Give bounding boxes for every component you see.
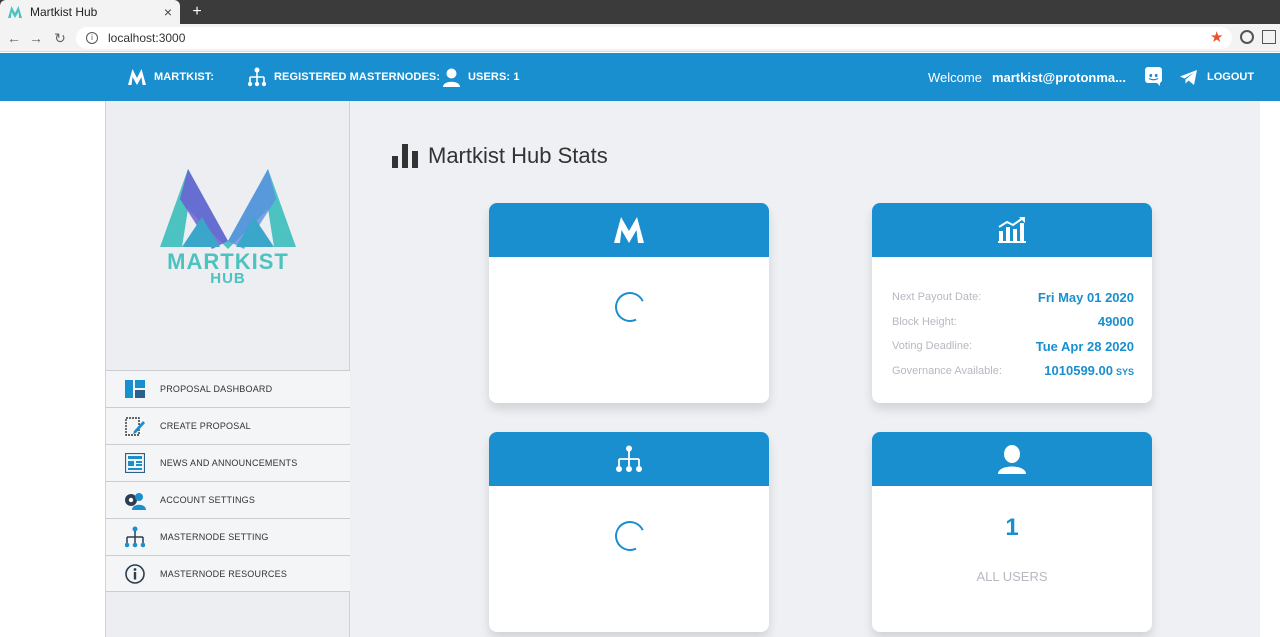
logout-button[interactable]: LOGOUT bbox=[1180, 53, 1254, 101]
governance-stats-card: Next Payout Date: Fri May 01 2020 Block … bbox=[872, 203, 1152, 403]
growth-chart-icon bbox=[998, 217, 1026, 243]
stat-row-next-payout: Next Payout Date: Fri May 01 2020 bbox=[892, 285, 1134, 310]
stat-value-number: 1010599.00 bbox=[1044, 363, 1113, 379]
sidebar-item-label: CREATE PROPOSAL bbox=[160, 421, 251, 431]
dashboard-icon bbox=[124, 378, 146, 400]
user-email[interactable]: martkist@protonma... bbox=[992, 70, 1126, 85]
news-icon bbox=[124, 452, 146, 474]
sidebar-item-label: ACCOUNT SETTINGS bbox=[160, 495, 256, 505]
network-icon bbox=[248, 67, 266, 87]
users-count: 1 bbox=[1005, 514, 1019, 541]
sidebar-menu: PROPOSAL DASHBOARD CREATE PROPOSAL NEWS … bbox=[106, 370, 350, 592]
martkist-favicon-icon bbox=[8, 5, 22, 19]
network-icon bbox=[124, 526, 146, 548]
stat-value: 49000 bbox=[1097, 314, 1134, 330]
masternodes-label: REGISTERED MASTERNODES: bbox=[274, 71, 441, 83]
sidebar-item-masternode-setting[interactable]: MASTERNODE SETTING bbox=[106, 518, 350, 555]
martkist-stats-card bbox=[489, 203, 769, 403]
card-header bbox=[872, 432, 1152, 486]
tab-close-icon[interactable]: × bbox=[164, 4, 172, 20]
masternodes-link[interactable]: REGISTERED MASTERNODES: bbox=[248, 53, 440, 101]
brand-link[interactable]: MARTKIST: bbox=[128, 53, 214, 101]
martkist-logo-icon bbox=[614, 217, 644, 243]
browser-tab-bar: Martkist Hub × + bbox=[0, 0, 1280, 24]
welcome-text: Welcome bbox=[928, 69, 982, 85]
site-info-icon[interactable]: i bbox=[86, 32, 98, 44]
users-label: ALL USERS bbox=[976, 569, 1048, 584]
stat-unit: SYS bbox=[1115, 367, 1134, 378]
telegram-icon bbox=[1180, 69, 1197, 85]
sidebar-item-label: MASTERNODE SETTING bbox=[160, 532, 269, 542]
logo-text-hub: HUB bbox=[210, 270, 246, 287]
extension-icon[interactable] bbox=[1240, 30, 1254, 44]
user-icon bbox=[443, 68, 460, 87]
main-content: Martkist Hub Stats Next Payout Date: Fri… bbox=[350, 101, 1260, 637]
users-link[interactable]: USERS: 1 bbox=[443, 53, 520, 101]
reload-icon[interactable]: ↻ bbox=[50, 28, 70, 48]
masternodes-stats-card bbox=[489, 432, 769, 632]
forward-arrow-icon[interactable]: → bbox=[26, 28, 46, 48]
network-icon bbox=[616, 445, 642, 472]
martkist-hub-logo: MARTKIST HUB bbox=[158, 169, 298, 289]
card-body bbox=[489, 486, 769, 632]
app-header: MARTKIST: REGISTERED MASTERNODES: USERS:… bbox=[0, 53, 1280, 101]
edit-document-icon bbox=[124, 415, 146, 437]
sidebar-item-masternode-resources[interactable]: MASTERNODE RESOURCES bbox=[106, 555, 350, 592]
browser-tab[interactable]: Martkist Hub × bbox=[0, 0, 180, 24]
user-settings-icon bbox=[124, 489, 146, 511]
stat-label: Governance Available: bbox=[892, 364, 1002, 377]
url-field[interactable]: i localhost:3000 bbox=[76, 27, 1232, 49]
stat-label: Voting Deadline: bbox=[892, 340, 973, 353]
loading-spinner-icon bbox=[610, 516, 650, 556]
card-body: Next Payout Date: Fri May 01 2020 Block … bbox=[872, 257, 1152, 403]
back-arrow-icon[interactable]: ← bbox=[4, 28, 24, 48]
bookmark-star-icon[interactable]: ★ bbox=[1210, 28, 1223, 46]
sidebar: MARTKIST HUB PROPOSAL DASHBOARD CREATE P… bbox=[105, 101, 350, 637]
sidebar-item-label: MASTERNODE RESOURCES bbox=[160, 568, 288, 579]
page-title: Martkist Hub Stats bbox=[392, 143, 608, 169]
loading-spinner-icon bbox=[610, 287, 650, 327]
welcome-message: Welcome martkist@protonma... bbox=[928, 53, 1126, 101]
users-label: USERS: 1 bbox=[468, 71, 520, 83]
user-icon bbox=[998, 445, 1026, 474]
bar-chart-icon bbox=[392, 144, 418, 168]
stat-value: 1010599.00 SYS bbox=[1044, 363, 1134, 378]
card-header bbox=[489, 432, 769, 486]
users-stats-card: 1 ALL USERS bbox=[872, 432, 1152, 632]
martkist-hub-logo-icon bbox=[160, 169, 296, 249]
card-header bbox=[489, 203, 769, 257]
stat-label: Block Height: bbox=[892, 315, 957, 328]
sidebar-item-label: PROPOSAL DASHBOARD bbox=[160, 384, 273, 394]
stat-value: Tue Apr 28 2020 bbox=[1035, 338, 1134, 354]
page-title-text: Martkist Hub Stats bbox=[428, 143, 608, 168]
stat-row-governance-available: Governance Available: 1010599.00 SYS bbox=[892, 359, 1134, 384]
stat-row-voting-deadline: Voting Deadline: Tue Apr 28 2020 bbox=[892, 334, 1134, 359]
logout-label: LOGOUT bbox=[1207, 71, 1255, 83]
card-body bbox=[489, 257, 769, 403]
stat-value: Fri May 01 2020 bbox=[1037, 289, 1134, 305]
sidebar-item-proposal-dashboard[interactable]: PROPOSAL DASHBOARD bbox=[106, 370, 350, 407]
page-margin bbox=[1260, 101, 1280, 637]
stat-label: Next Payout Date: bbox=[892, 291, 982, 304]
browser-address-bar: ← → ↻ i localhost:3000 ★ bbox=[0, 24, 1280, 52]
url-text: localhost:3000 bbox=[108, 31, 186, 45]
governance-stats: Next Payout Date: Fri May 01 2020 Block … bbox=[892, 285, 1134, 383]
sidebar-item-account-settings[interactable]: ACCOUNT SETTINGS bbox=[106, 481, 350, 518]
card-header bbox=[872, 203, 1152, 257]
new-tab-button[interactable]: + bbox=[188, 2, 206, 22]
sidebar-item-label: NEWS AND ANNOUNCEMENTS bbox=[160, 458, 298, 468]
sidebar-item-news[interactable]: NEWS AND ANNOUNCEMENTS bbox=[106, 444, 350, 481]
martkist-logo-icon bbox=[128, 69, 146, 85]
brand-label: MARTKIST: bbox=[154, 71, 215, 83]
sidebar-item-create-proposal[interactable]: CREATE PROPOSAL bbox=[106, 407, 350, 444]
discord-icon[interactable] bbox=[1145, 67, 1162, 91]
card-body: 1 ALL USERS bbox=[872, 486, 1152, 632]
browser-tab-title: Martkist Hub bbox=[30, 5, 98, 19]
extension-puzzle-icon[interactable] bbox=[1262, 30, 1276, 44]
info-icon bbox=[124, 563, 146, 585]
stat-row-block-height: Block Height: 49000 bbox=[892, 310, 1134, 335]
